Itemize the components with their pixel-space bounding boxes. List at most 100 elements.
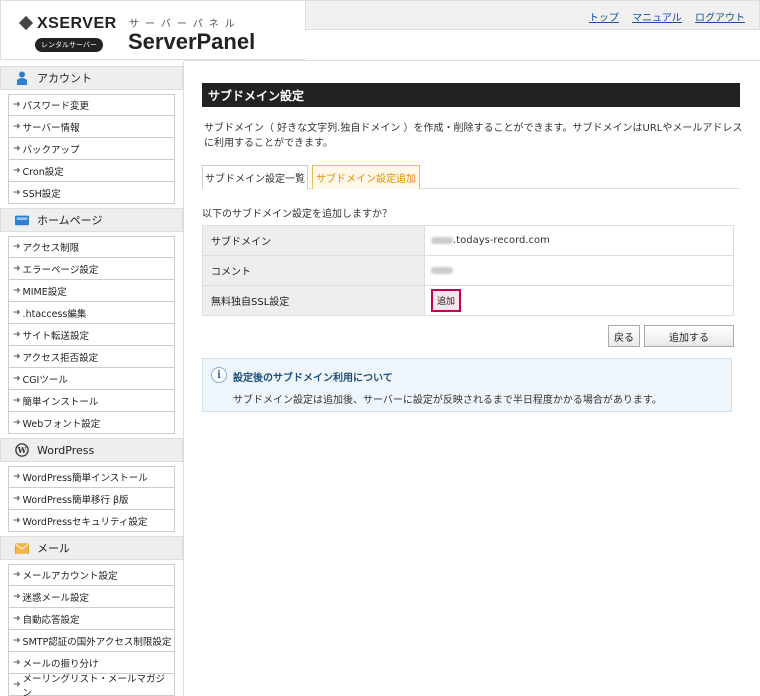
sidebar-item-mail-account[interactable]: ➜ メールアカウント設定 xyxy=(8,564,175,586)
redacted-text xyxy=(431,266,453,274)
rental-badge: レンタルサーバー xyxy=(35,38,103,52)
logout-link[interactable]: ログアウト xyxy=(695,13,745,24)
arrow-icon: ➜ xyxy=(13,165,21,176)
sidebar-item-htaccess[interactable]: ➜ .htaccess編集 xyxy=(8,302,175,324)
sidebar-item-wp-migrate[interactable]: ➜ WordPress簡単移行 β版 xyxy=(8,488,175,510)
arrow-icon: ➜ xyxy=(13,329,21,340)
sidebar-section-mail: メール xyxy=(0,536,183,560)
info-body: サブドメイン設定は追加後、サーバーに設定が反映されるまで半日程度かかる場合があり… xyxy=(233,395,662,406)
row-value: 追加 xyxy=(424,285,734,316)
arrow-icon: ➜ xyxy=(13,263,21,274)
back-button[interactable]: 戻る xyxy=(608,325,640,347)
arrow-icon: ➜ xyxy=(13,635,21,646)
info-icon: i xyxy=(211,367,227,383)
header: XSERVER レンタルサーバー サーバーパネル ServerPanel トップ… xyxy=(0,0,760,60)
sidebar-item-error-page[interactable]: ➜ エラーページ設定 xyxy=(8,258,175,280)
arrow-icon: ➜ xyxy=(13,242,21,252)
svg-text:W: W xyxy=(17,446,27,455)
row-label: サブドメイン xyxy=(202,225,425,256)
main-content: サブドメイン設定 サブドメイン（ 好きな文字列.独自ドメイン ）を作成・削除する… xyxy=(184,60,760,696)
logo-area: XSERVER レンタルサーバー サーバーパネル ServerPanel xyxy=(0,0,305,60)
arrow-icon: ➜ xyxy=(13,373,21,384)
sidebar-item-server-info[interactable]: ➜ サーバー情報 xyxy=(8,116,175,138)
row-label: 無料独自SSL設定 xyxy=(202,285,425,316)
brand-text: XSERVER xyxy=(37,15,117,32)
sidebar-item-mailing-list[interactable]: ➜ メーリングリスト・メールマガジン xyxy=(8,674,175,696)
wordpress-menu: ➜ WordPress簡単インストール ➜ WordPress簡単移行 β版 ➜ Wo… xyxy=(8,466,175,532)
sidebar-item-cron[interactable]: ➜ Cron設定 xyxy=(8,160,175,182)
section-title: アカウント xyxy=(37,72,92,85)
sidebar-item-spam[interactable]: ➜ 迷惑メール設定 xyxy=(8,586,175,608)
sidebar-item-cgi-tools[interactable]: ➜ CGIツール xyxy=(8,368,175,390)
table-row: サブドメイン .todays-record.com xyxy=(202,225,734,256)
arrow-icon: ➜ xyxy=(13,285,21,296)
table-row: 無料独自SSL設定 追加 xyxy=(202,285,734,316)
tab-bar: サブドメイン設定一覧 サブドメイン設定追加 xyxy=(202,165,740,189)
sidebar-item-easy-install[interactable]: ➜ 簡単インストール xyxy=(8,390,175,412)
header-bar: トップ マニュアル ログアウト xyxy=(305,0,760,30)
top-links: トップ マニュアル ログアウト xyxy=(579,9,745,24)
sidebar-item-web-font[interactable]: ➜ Webフォント設定 xyxy=(8,412,175,434)
sidebar-item-ssh[interactable]: ➜ SSH設定 xyxy=(8,182,175,204)
arrow-icon: ➜ xyxy=(13,395,21,406)
arrow-icon: ➜ xyxy=(13,100,21,110)
sidebar-item-mime[interactable]: ➜ MIME設定 xyxy=(8,280,175,302)
info-title: 設定後のサブドメイン利用について xyxy=(233,373,393,384)
sidebar-item-smtp-restriction[interactable]: ➜ SMTP認証の国外アクセス制限設定 xyxy=(8,630,175,652)
arrow-icon: ➜ xyxy=(13,472,21,482)
arrow-icon: ➜ xyxy=(13,570,21,580)
sidebar-section-account: アカウント xyxy=(0,66,183,90)
arrow-icon: ➜ xyxy=(13,351,21,362)
confirm-table: サブドメイン .todays-record.com コメント 無料独自SSL設定… xyxy=(202,225,734,316)
top-link[interactable]: トップ xyxy=(589,13,619,24)
row-value xyxy=(424,255,734,286)
arrow-icon: ➜ xyxy=(13,307,21,318)
row-label: コメント xyxy=(202,255,425,286)
tab-subdomain-add[interactable]: サブドメイン設定追加 xyxy=(312,165,420,189)
homepage-icon xyxy=(15,213,29,227)
account-menu: ➜ パスワード変更 ➜ サーバー情報 ➜ バックアップ ➜ Cron設定 ➜ SSH設定 xyxy=(8,94,175,204)
diamond-logo-icon xyxy=(18,15,34,31)
mail-icon xyxy=(15,541,29,555)
ssl-add-value[interactable]: 追加 xyxy=(431,289,462,312)
arrow-icon: ➜ xyxy=(13,515,21,526)
info-box: i 設定後のサブドメイン利用について サブドメイン設定は追加後、サーバーに設定が… xyxy=(202,358,732,412)
wordpress-icon: W xyxy=(15,443,29,457)
sidebar-section-wordpress: W WordPress xyxy=(0,438,183,462)
page-title: サブドメイン設定 xyxy=(202,83,740,107)
sidebar-item-backup[interactable]: ➜ バックアップ xyxy=(8,138,175,160)
user-icon xyxy=(15,71,29,85)
sidebar-section-homepage: ホームページ xyxy=(0,208,183,232)
sidebar-item-access-restriction[interactable]: ➜ アクセス制限 xyxy=(8,236,175,258)
row-value: .todays-record.com xyxy=(424,225,734,256)
tab-subdomain-list[interactable]: サブドメイン設定一覧 xyxy=(202,165,308,189)
xserver-logo[interactable]: XSERVER xyxy=(18,15,117,33)
sidebar-item-auto-reply[interactable]: ➜ 自動応答設定 xyxy=(8,608,175,630)
sidebar-item-wp-security[interactable]: ➜ WordPressセキュリティ設定 xyxy=(8,510,175,532)
sidebar-item-wp-install[interactable]: ➜ WordPress簡単インストール xyxy=(8,466,175,488)
arrow-icon: ➜ xyxy=(13,657,21,668)
arrow-icon: ➜ xyxy=(13,613,21,624)
section-title: WordPress xyxy=(37,443,95,457)
arrow-icon: ➜ xyxy=(13,493,21,504)
arrow-icon: ➜ xyxy=(13,679,21,690)
add-submit-button[interactable]: 追加する xyxy=(644,325,734,347)
subdomain-value: .todays-record.com xyxy=(453,235,550,246)
page-description: サブドメイン（ 好きな文字列.独自ドメイン ）を作成・削除することができます。サ… xyxy=(204,123,743,149)
sidebar-item-password[interactable]: ➜ パスワード変更 xyxy=(8,94,175,116)
panel-kana: サーバーパネル xyxy=(129,19,241,30)
arrow-icon: ➜ xyxy=(13,591,21,602)
sidebar: アカウント ➜ パスワード変更 ➜ サーバー情報 ➜ バックアップ ➜ Cron設定 ➜… xyxy=(0,62,184,696)
mail-menu: ➜ メールアカウント設定 ➜ 迷惑メール設定 ➜ 自動応答設定 ➜ SMTP認証の国外ア… xyxy=(8,564,175,696)
redacted-text xyxy=(431,236,453,244)
sidebar-item-access-deny[interactable]: ➜ アクセス拒否設定 xyxy=(8,346,175,368)
homepage-menu: ➜ アクセス制限 ➜ エラーページ設定 ➜ MIME設定 ➜ .htaccess編集 ➜… xyxy=(8,236,175,434)
arrow-icon: ➜ xyxy=(13,187,21,198)
sidebar-item-site-transfer[interactable]: ➜ サイト転送設定 xyxy=(8,324,175,346)
arrow-icon: ➜ xyxy=(13,417,21,428)
manual-link[interactable]: マニュアル xyxy=(632,13,682,24)
confirm-message: 以下のサブドメイン設定を追加しますか？ xyxy=(202,209,392,220)
serverpanel-title: ServerPanel xyxy=(128,29,256,54)
section-title: メール xyxy=(37,542,70,555)
arrow-icon: ➜ xyxy=(13,121,21,132)
